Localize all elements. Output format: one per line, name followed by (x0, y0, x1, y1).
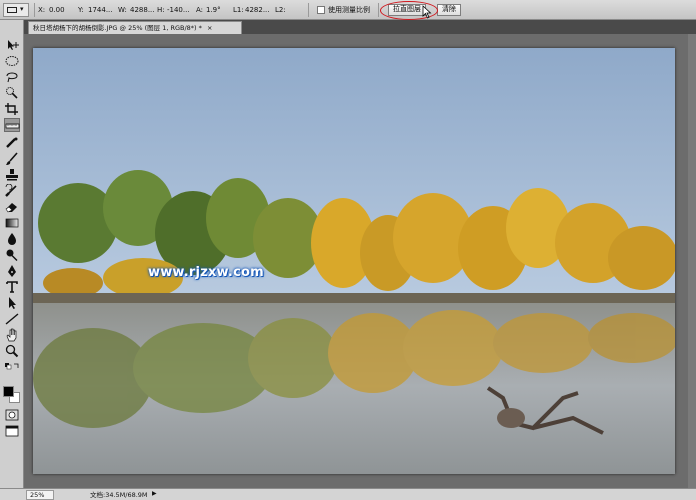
move-tool-icon (8, 40, 19, 50)
divider (34, 3, 35, 17)
x-label: X: (38, 6, 46, 14)
gradient-tool-icon (5, 218, 19, 228)
gradient-tool[interactable] (4, 216, 20, 230)
zoom-tool[interactable] (4, 344, 20, 358)
line-shape-tool[interactable] (4, 312, 20, 326)
hand-tool-icon (6, 328, 17, 342)
l1-value: 4282... (245, 6, 270, 14)
landscape-photo (33, 48, 675, 474)
spot-healing-tool[interactable] (4, 136, 20, 150)
clear-button[interactable]: 清除 (437, 4, 461, 16)
dodge-tool[interactable] (4, 248, 20, 262)
foreground-color-swatch[interactable] (3, 386, 14, 397)
w-label: W: (118, 6, 127, 14)
status-menu-arrow-icon[interactable]: ▶ (152, 490, 157, 497)
h-value: -140... (167, 6, 190, 14)
hand-tool[interactable] (4, 328, 20, 342)
brush-tool-icon (6, 152, 18, 165)
type-tool-icon (6, 281, 18, 293)
quick-mask-icon (5, 409, 19, 421)
pen-tool[interactable] (4, 264, 20, 278)
angle-value: 1.9° (206, 6, 221, 14)
eraser-tool-icon (5, 203, 17, 213)
history-brush-tool-icon (5, 184, 17, 197)
screen-mode-icon (5, 425, 19, 437)
spot-healing-tool-icon (6, 137, 18, 148)
document-image[interactable] (33, 48, 675, 474)
angle-label: A: (196, 6, 204, 14)
dodge-tool-icon (6, 249, 18, 261)
l2-label: L2: (275, 6, 286, 14)
quick-selection-tool-icon (6, 87, 18, 99)
y-value: 1744... (88, 6, 113, 14)
close-icon[interactable]: × (207, 24, 212, 32)
document-tab-strip: 秋日塔胡杨下的胡杨倒影.JPG @ 25% (图层 1, RGB/8*) * × (24, 20, 696, 34)
status-bar: 25% 文档:34.5M/68.9M ▶ (0, 488, 696, 500)
toolbox (0, 20, 24, 488)
l1-label: L1: (233, 6, 244, 14)
path-selection-tool[interactable] (4, 296, 20, 310)
ruler-tool-icon (5, 123, 20, 129)
options-bar: ▾ X: 0.00 Y: 1744... W: 4288... H: -140.… (0, 0, 696, 20)
quick-mask-toggle[interactable] (4, 408, 20, 422)
w-value: 4288... (130, 6, 155, 14)
line-shape-tool-icon (5, 313, 19, 325)
h-label: H: (157, 6, 165, 14)
path-selection-tool-icon (9, 297, 16, 309)
swap-colors-icon (5, 363, 19, 370)
eraser-tool[interactable] (4, 200, 20, 214)
vertical-scrollbar[interactable] (688, 34, 696, 488)
zoom-level-field[interactable]: 25% (26, 490, 54, 500)
lasso-tool[interactable] (4, 70, 20, 84)
swap-colors-toggle[interactable] (4, 362, 20, 372)
watermark-text: www.rjzxw.com (148, 265, 264, 280)
tool-preset-picker[interactable]: ▾ (3, 3, 29, 17)
divider (378, 3, 379, 17)
screen-mode-toggle[interactable] (4, 424, 20, 438)
document-size-info: 文档:34.5M/68.9M (90, 491, 148, 499)
history-brush-tool[interactable] (4, 184, 20, 198)
pen-tool-icon (8, 265, 16, 277)
lasso-tool-icon (6, 72, 18, 83)
canvas-area[interactable]: www.rjzxw.com (24, 34, 696, 488)
zoom-tool-icon (5, 344, 19, 358)
type-tool[interactable] (4, 280, 20, 294)
blur-tool[interactable] (4, 232, 20, 246)
brush-tool[interactable] (4, 152, 20, 166)
marquee-tool-icon (5, 56, 19, 66)
clone-stamp-tool-icon (6, 169, 18, 181)
mouse-cursor-icon (422, 5, 432, 19)
document-tab[interactable]: 秋日塔胡杨下的胡杨倒影.JPG @ 25% (图层 1, RGB/8*) * × (28, 21, 242, 34)
crop-tool[interactable] (4, 102, 20, 116)
use-measurement-scale-label: 使用测量比例 (328, 6, 370, 14)
move-tool[interactable] (4, 38, 20, 52)
ruler-tool[interactable] (4, 118, 20, 132)
clone-stamp-tool[interactable] (4, 168, 20, 182)
ruler-preset-icon (7, 7, 17, 13)
crop-tool-icon (5, 103, 18, 115)
document-tab-title: 秋日塔胡杨下的胡杨倒影.JPG @ 25% (图层 1, RGB/8*) * (33, 24, 202, 32)
divider (308, 3, 309, 17)
x-value: 0.00 (49, 6, 65, 14)
use-measurement-scale-checkbox[interactable] (317, 6, 325, 14)
chevron-down-icon: ▾ (20, 5, 24, 13)
quick-selection-tool[interactable] (4, 86, 20, 100)
y-label: Y: (78, 6, 84, 14)
marquee-tool[interactable] (4, 54, 20, 68)
blur-tool-icon (8, 233, 16, 245)
